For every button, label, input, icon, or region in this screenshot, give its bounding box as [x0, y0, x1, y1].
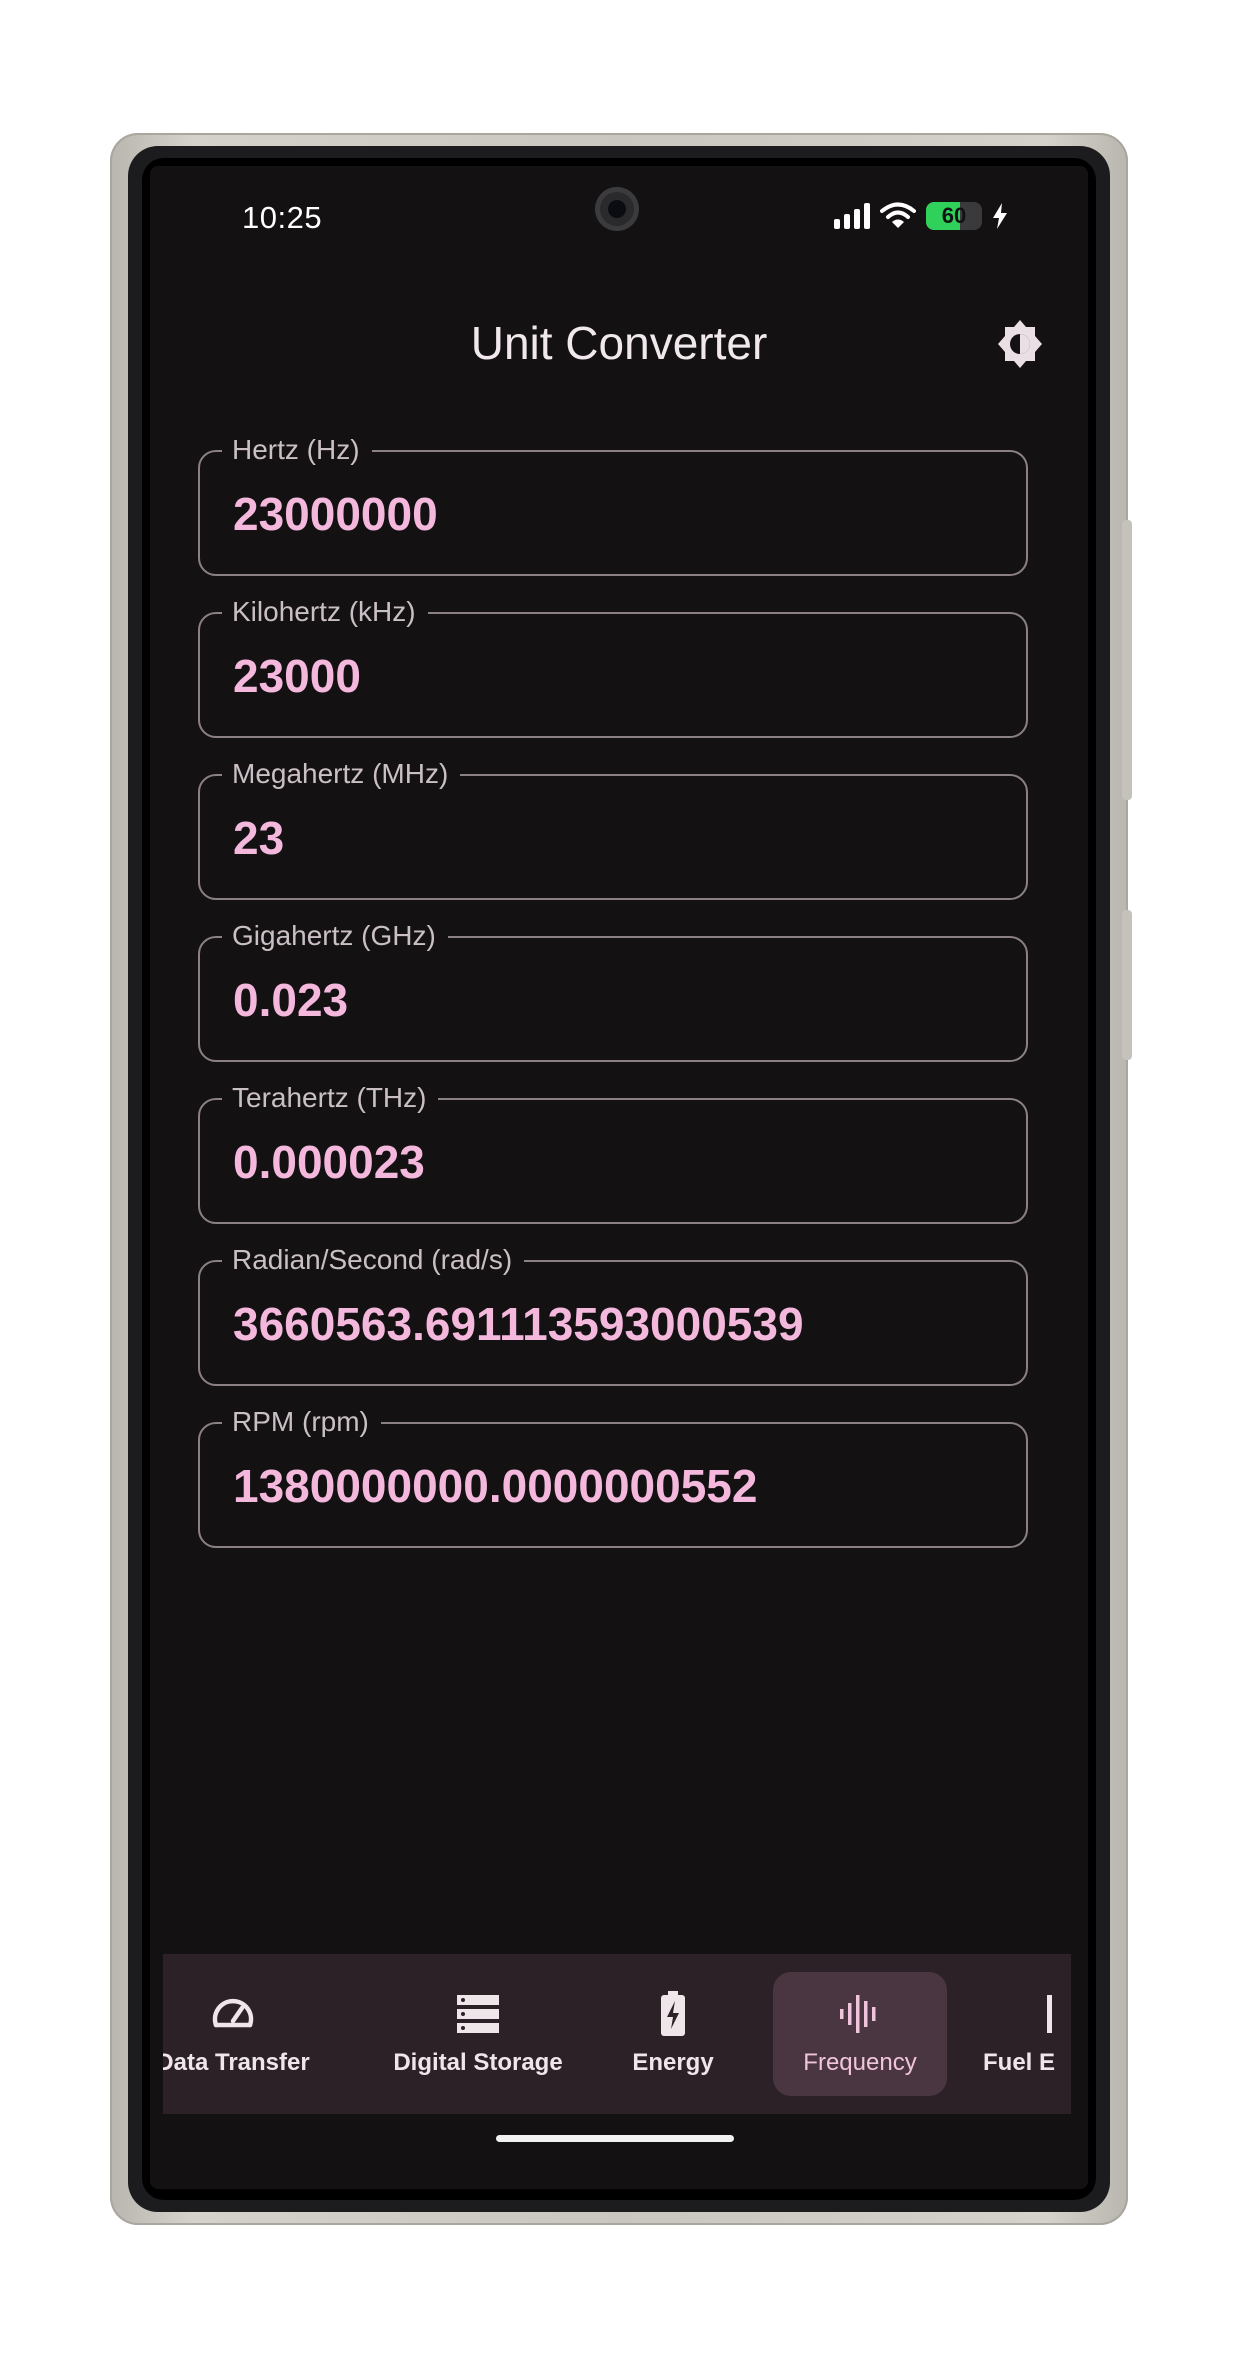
field-input[interactable]: 23 — [233, 808, 284, 868]
field-gigahertz[interactable]: Gigahertz (GHz) 0.023 — [198, 919, 1028, 1062]
brightness-icon — [998, 320, 1042, 368]
app-screen: 10:25 60 Unit Converter Hertz (Hz) 23000… — [150, 166, 1088, 2189]
front-camera — [595, 187, 639, 231]
field-label: RPM (rpm) — [222, 1405, 381, 1439]
nav-item-energy[interactable]: Energy — [613, 1972, 733, 2096]
nav-item-fuel-economy[interactable]: Fuel E — [983, 1972, 1071, 2096]
signal-icon — [834, 203, 870, 229]
battery-level: 60 — [941, 203, 967, 228]
fuel-icon — [983, 1991, 1071, 2037]
nav-label: Data Transfer — [163, 2049, 310, 2076]
field-radian-per-second[interactable]: Radian/Second (rad/s) 3660563.6911135930… — [198, 1243, 1028, 1386]
status-time: 10:25 — [242, 200, 323, 235]
nav-item-data-transfer[interactable]: Data Transfer — [163, 1972, 323, 2096]
home-indicator[interactable] — [496, 2135, 734, 2142]
wifi-icon — [880, 202, 916, 228]
field-label: Kilohertz (kHz) — [222, 595, 428, 629]
field-input[interactable]: 23000 — [233, 646, 361, 706]
theme-toggle-button[interactable] — [992, 316, 1048, 372]
field-label: Megahertz (MHz) — [222, 757, 461, 791]
page-title: Unit Converter — [470, 317, 768, 369]
field-terahertz[interactable]: Terahertz (THz) 0.000023 — [198, 1081, 1028, 1224]
waveform-icon — [838, 1991, 882, 2037]
status-icons: 60 — [834, 202, 1008, 230]
device-mockup: 10:25 60 Unit Converter Hertz (Hz) 23000… — [0, 0, 1245, 2359]
field-hertz[interactable]: Hertz (Hz) 23000000 — [198, 433, 1028, 576]
volume-button — [1122, 520, 1132, 800]
nav-item-frequency[interactable]: Frequency — [773, 1972, 947, 2096]
conversion-fields: Hertz (Hz) 23000000 Kilohertz (kHz) 2300… — [198, 433, 1028, 1584]
nav-label: Frequency — [803, 2049, 917, 2076]
bottom-navigation: Data Transfer Digital Storage Energy Fre… — [163, 1954, 1071, 2114]
storage-icon — [455, 1991, 501, 2037]
field-input[interactable]: 0.000023 — [233, 1132, 425, 1192]
charging-bolt-icon — [993, 203, 1007, 229]
nav-item-digital-storage[interactable]: Digital Storage — [373, 1972, 583, 2096]
field-label: Gigahertz (GHz) — [222, 919, 448, 953]
speedometer-icon — [210, 1991, 256, 2037]
field-input[interactable]: 0.023 — [233, 970, 348, 1030]
battery-bolt-icon — [660, 1991, 686, 2037]
nav-label: Fuel E — [983, 2049, 1056, 2076]
field-label: Terahertz (THz) — [222, 1081, 439, 1115]
field-input[interactable]: 3660563.691113593000539 — [233, 1294, 804, 1354]
field-rpm[interactable]: RPM (rpm) 1380000000.0000000552 — [198, 1405, 1028, 1548]
nav-label: Energy — [632, 2049, 714, 2076]
field-outline — [198, 774, 1028, 900]
battery-icon: 60 — [926, 202, 982, 230]
field-label: Radian/Second (rad/s) — [222, 1243, 525, 1277]
field-label: Hertz (Hz) — [222, 433, 372, 467]
field-input[interactable]: 23000000 — [233, 484, 438, 544]
nav-label: Digital Storage — [393, 2049, 563, 2076]
field-input[interactable]: 1380000000.0000000552 — [233, 1456, 757, 1516]
field-megahertz[interactable]: Megahertz (MHz) 23 — [198, 757, 1028, 900]
power-button — [1122, 910, 1132, 1060]
field-kilohertz[interactable]: Kilohertz (kHz) 23000 — [198, 595, 1028, 738]
